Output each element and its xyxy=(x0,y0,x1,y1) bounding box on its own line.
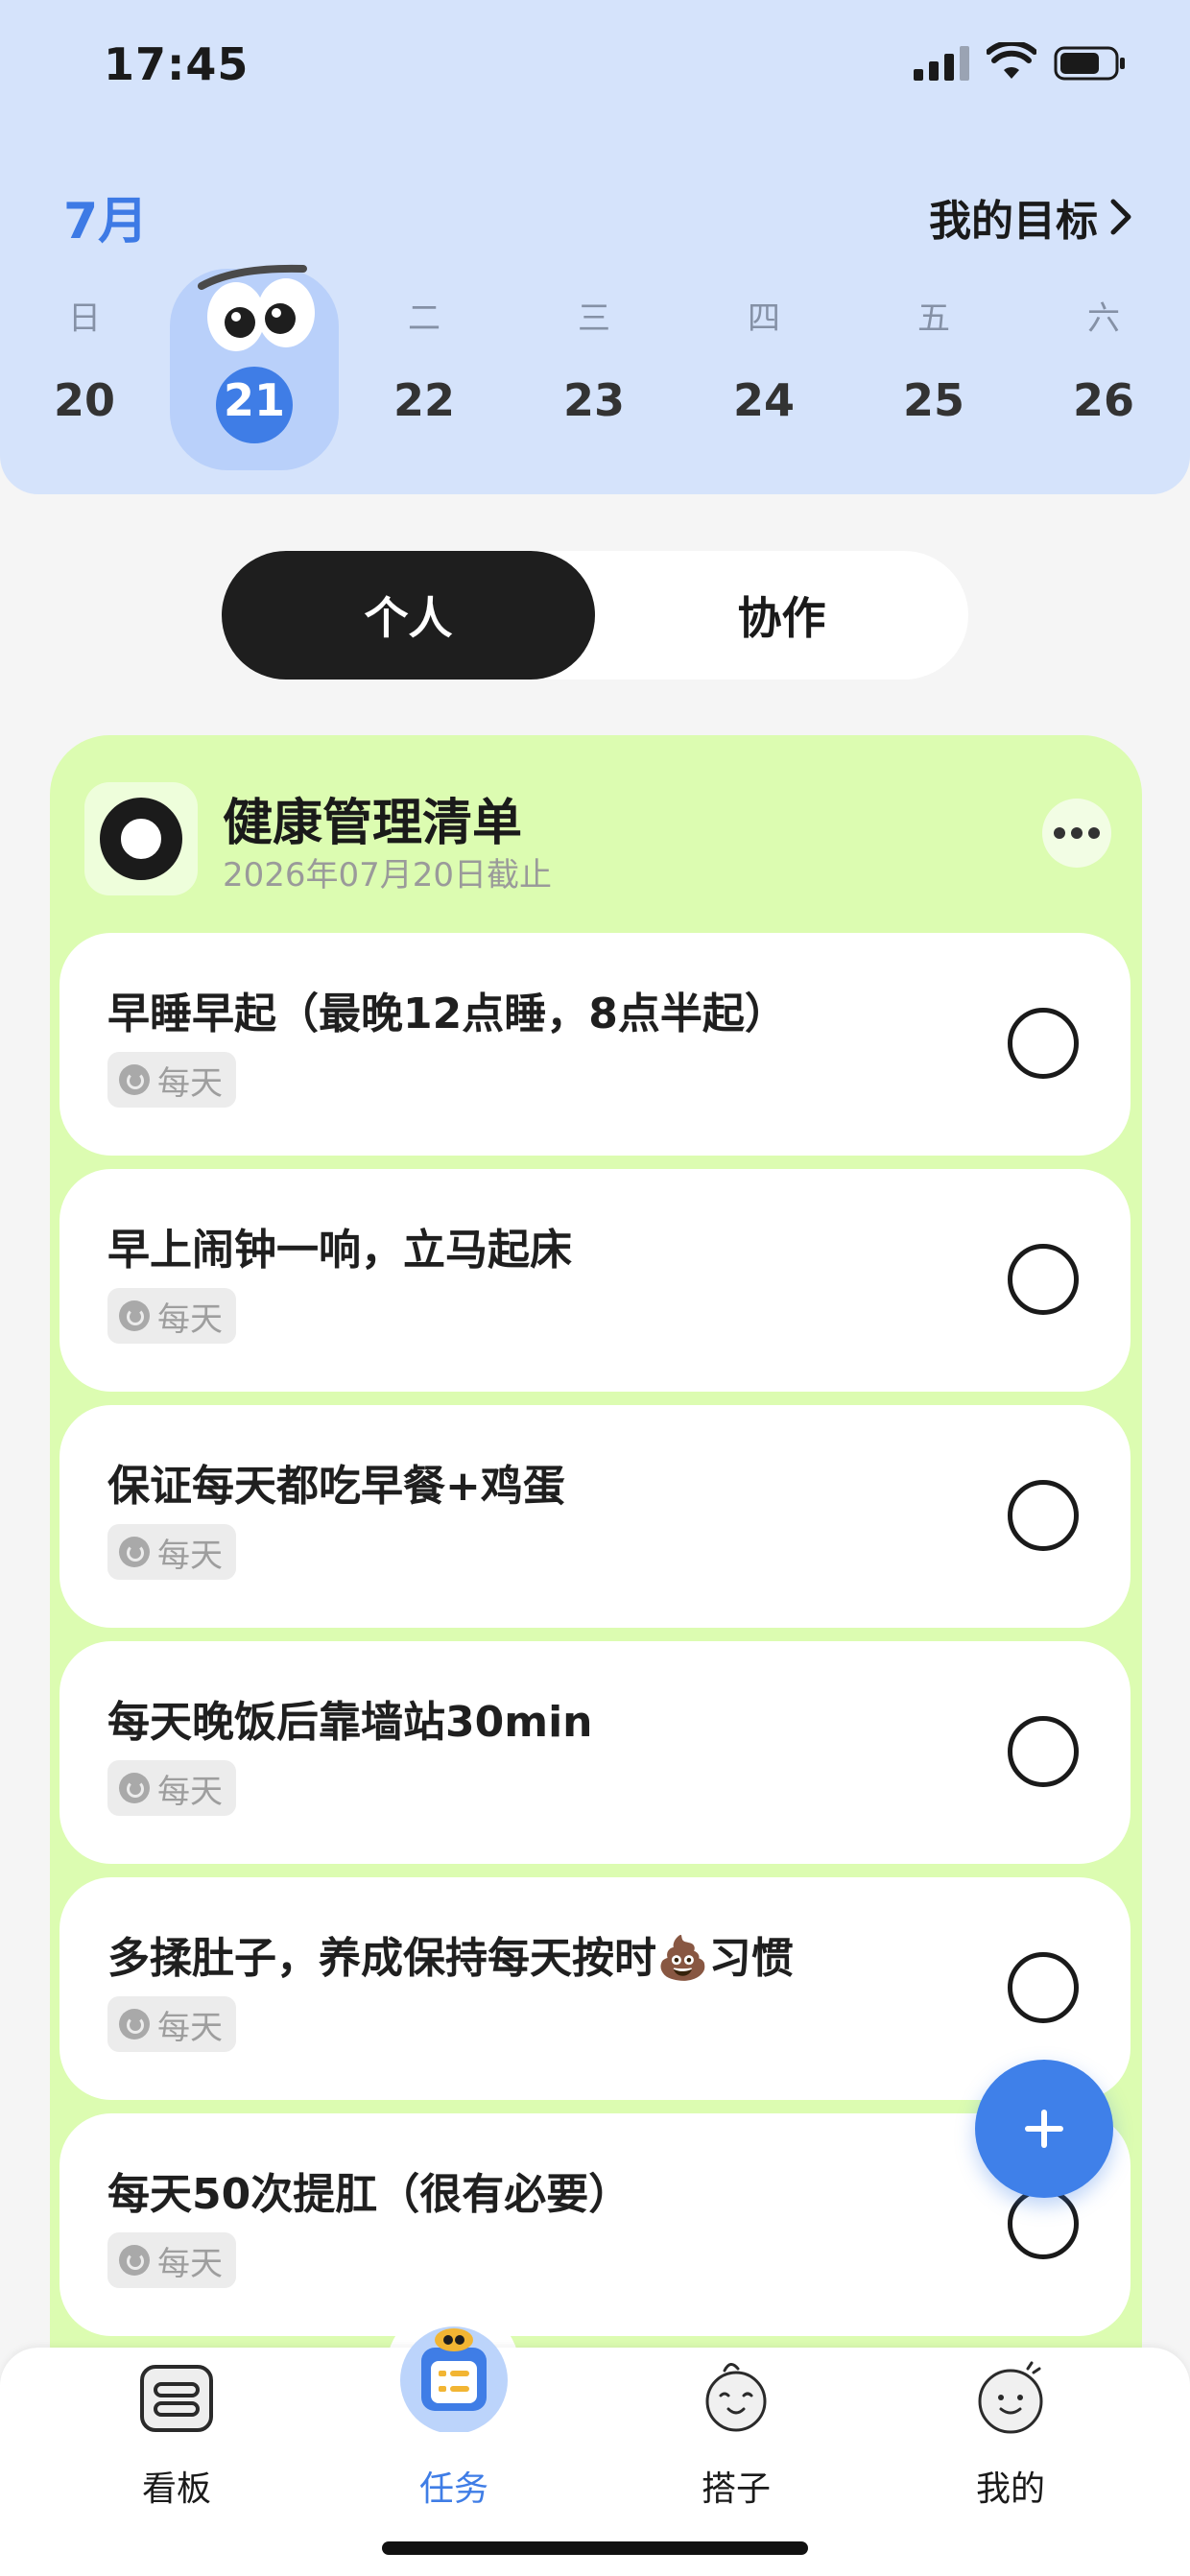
weekday-label: 日 xyxy=(68,299,101,338)
date-number: 22 xyxy=(393,374,455,426)
weekday-label: 二 xyxy=(408,299,440,338)
day-23[interactable]: 三 23 xyxy=(510,278,678,480)
repeat-tag: 每天 xyxy=(107,1288,236,1344)
day-24[interactable]: 四 24 xyxy=(679,278,848,480)
date-number: 21 xyxy=(223,374,285,426)
task-title: 保证每天都吃早餐+鸡蛋 xyxy=(107,1462,565,1511)
task-checkbox[interactable] xyxy=(1008,1244,1079,1315)
more-options-button[interactable] xyxy=(1042,799,1111,868)
repeat-tag: 每天 xyxy=(107,1996,236,2052)
day-20[interactable]: 日 20 xyxy=(0,278,169,480)
date-number: 26 xyxy=(1072,374,1134,426)
home-indicator xyxy=(382,2541,808,2555)
mascot-eyes-icon xyxy=(198,264,315,351)
date-number: 24 xyxy=(732,374,795,426)
date-number: 25 xyxy=(902,374,964,426)
task-item[interactable]: 早上闹钟一响，立马起床 每天 xyxy=(60,1169,1130,1392)
repeat-label: 每天 xyxy=(157,1536,223,1575)
week-strip: 日 20 21 二 22 三 23 四 24 五 25 六 26 xyxy=(0,269,1190,480)
repeat-tag: 每天 xyxy=(107,1760,236,1816)
date-number: 23 xyxy=(562,374,625,426)
tasks-icon xyxy=(400,2326,508,2432)
repeat-icon xyxy=(119,1300,150,1331)
battery-icon xyxy=(1054,46,1125,81)
task-title: 早睡早起（最晚12点睡，8点半起） xyxy=(107,990,787,1038)
task-title: 早上闹钟一响，立马起床 xyxy=(107,1226,572,1275)
profile-icon xyxy=(978,2361,1043,2434)
tab-label: 任务 xyxy=(418,2469,488,2509)
add-task-button[interactable] xyxy=(975,2060,1113,2198)
date-number: 20 xyxy=(53,374,115,426)
repeat-tag: 每天 xyxy=(107,1052,236,1108)
tab-label: 看板 xyxy=(141,2469,211,2509)
weekday-label: 五 xyxy=(917,299,950,338)
repeat-label: 每天 xyxy=(157,1300,223,1339)
task-checkbox[interactable] xyxy=(1008,2188,1079,2259)
task-checkbox[interactable] xyxy=(1008,1480,1079,1551)
task-item[interactable]: 早睡早起（最晚12点睡，8点半起） 每天 xyxy=(60,933,1130,1156)
task-item[interactable]: 多揉肚子，养成保持每天按时💩习惯 每天 xyxy=(60,1877,1130,2100)
task-title: 每天晚饭后靠墙站30min xyxy=(107,1698,593,1747)
task-title: 多揉肚子，养成保持每天按时💩习惯 xyxy=(107,1934,794,1983)
repeat-icon xyxy=(119,1773,150,1803)
my-goals-link[interactable]: 我的目标 xyxy=(929,186,1134,248)
tab-label: 我的 xyxy=(975,2469,1045,2509)
repeat-label: 每天 xyxy=(157,1063,223,1103)
task-item[interactable]: 每天50次提肛（很有必要） 每天 xyxy=(60,2113,1130,2336)
list-title: 健康管理清单 xyxy=(223,795,523,852)
repeat-icon xyxy=(119,2009,150,2039)
wifi-icon xyxy=(987,42,1036,79)
task-checkbox[interactable] xyxy=(1008,1952,1079,2023)
list-deadline: 2026年07月20日截止 xyxy=(223,856,553,894)
repeat-icon xyxy=(119,1537,150,1567)
day-22[interactable]: 二 22 xyxy=(340,278,509,480)
task-title: 每天50次提肛（很有必要） xyxy=(107,2170,631,2219)
task-item[interactable]: 每天晚饭后靠墙站30min 每天 xyxy=(60,1641,1130,1864)
task-checkbox[interactable] xyxy=(1008,1008,1079,1079)
buddy-icon xyxy=(705,2363,767,2432)
repeat-icon xyxy=(119,2245,150,2276)
task-item[interactable]: 保证每天都吃早餐+鸡蛋 每天 xyxy=(60,1405,1130,1628)
repeat-icon xyxy=(119,1064,150,1095)
repeat-tag: 每天 xyxy=(107,2232,236,2288)
scope-segmented-control: 个人 协作 xyxy=(222,551,968,680)
weekday-label: 四 xyxy=(748,299,780,338)
tab-collaboration[interactable]: 协作 xyxy=(595,551,968,680)
chevron-right-icon xyxy=(1110,199,1131,235)
status-time: 17:45 xyxy=(104,38,250,90)
repeat-tag: 每天 xyxy=(107,1524,236,1580)
tab-label: 搭子 xyxy=(701,2469,771,2509)
cellular-signal-icon xyxy=(914,46,969,81)
more-dots-icon xyxy=(1054,827,1065,839)
weekday-label: 六 xyxy=(1087,299,1120,338)
weekday-label: 三 xyxy=(578,299,610,338)
my-goals-label: 我的目标 xyxy=(929,197,1098,246)
task-checkbox[interactable] xyxy=(1008,1716,1079,1787)
repeat-label: 每天 xyxy=(157,2008,223,2047)
board-icon xyxy=(140,2365,213,2432)
month-label: 7月 xyxy=(63,193,149,250)
repeat-label: 每天 xyxy=(157,1772,223,1811)
tab-personal[interactable]: 个人 xyxy=(222,551,595,680)
day-26[interactable]: 六 26 xyxy=(1019,278,1188,480)
list-ring-icon xyxy=(84,782,198,895)
repeat-label: 每天 xyxy=(157,2244,223,2283)
day-25[interactable]: 五 25 xyxy=(849,278,1018,480)
